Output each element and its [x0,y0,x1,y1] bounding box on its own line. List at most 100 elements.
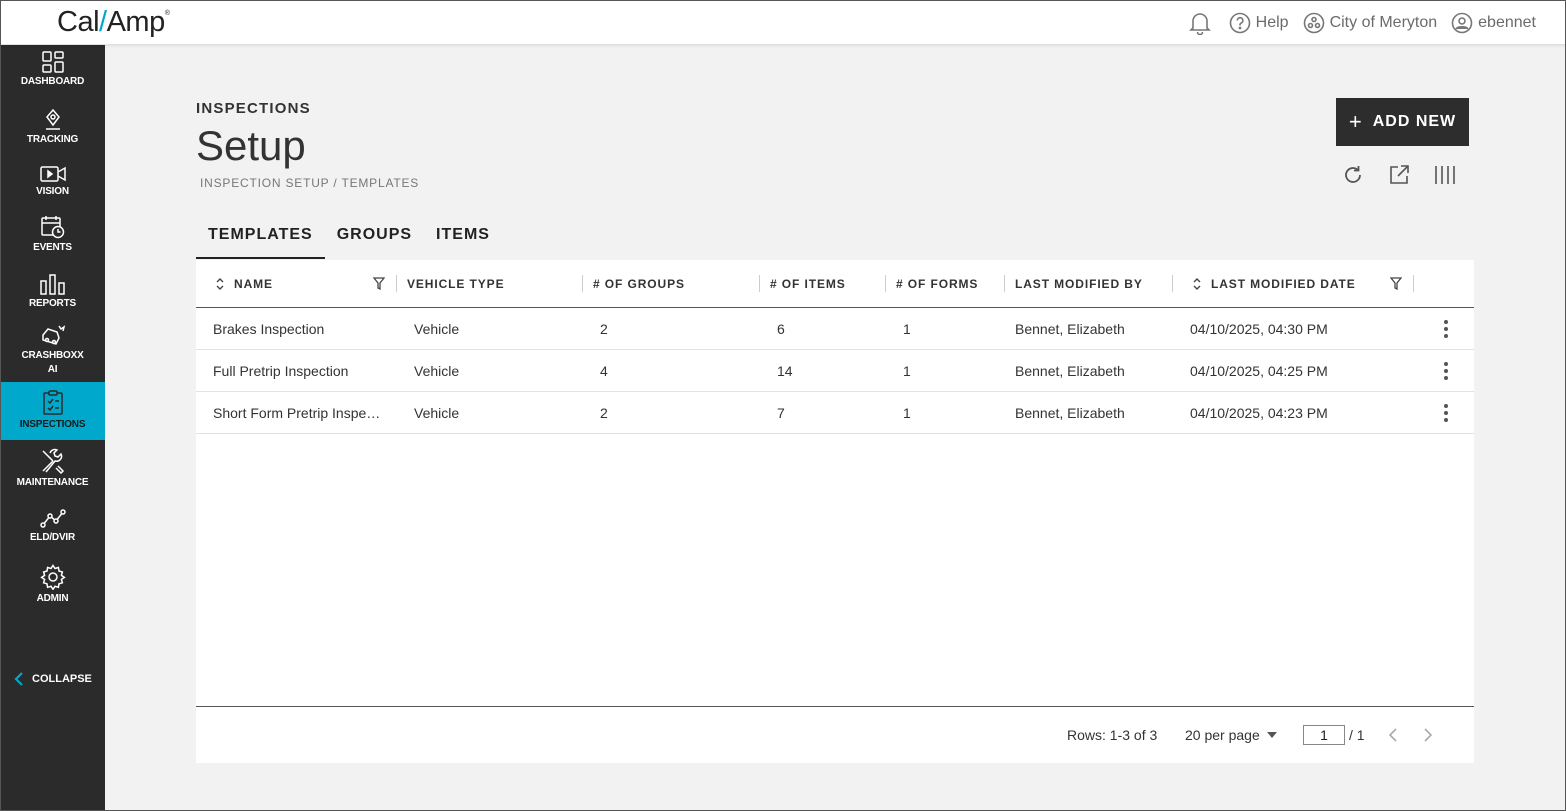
column-header-modified-by[interactable]: LAST MODIFIED BY [1015,260,1143,308]
breadcrumb[interactable]: INSPECTION SETUP / TEMPLATES [200,176,419,190]
tab-items[interactable]: ITEMS [424,222,502,259]
crashboxx-label-line1: CRASHBOXX [21,350,84,361]
cell-items: 6 [777,321,785,337]
tab-bar: TEMPLATES GROUPS ITEMS [196,222,502,259]
cell-name[interactable]: Short Form Pretrip Inspe… [213,392,388,434]
sidebar-item-events[interactable]: EVENTS [0,215,105,265]
sidebar-item-eld-dvir[interactable]: ELD/DVIR [0,507,105,557]
row-actions-kebab-icon[interactable] [1438,362,1454,380]
column-label: NAME [234,277,273,291]
username-label: ebennet [1478,13,1536,31]
sort-icon [1193,278,1201,290]
export-icon[interactable] [1388,164,1410,186]
table-footer: Rows: 1-3 of 3 20 per page / 1 [196,706,1474,763]
page-number-input[interactable] [1303,725,1345,745]
help-label: Help [1255,13,1289,31]
sidebar-item-tracking[interactable]: TRACKING [0,109,105,159]
table-row[interactable]: Brakes Inspection Vehicle 2 6 1 Bennet, … [196,308,1474,350]
section-title: INSPECTIONS [196,100,311,117]
calendar-clock-icon [40,216,64,239]
tab-groups[interactable]: GROUPS [325,222,424,259]
add-new-button[interactable]: + ADD NEW [1336,98,1469,146]
sidebar-item-admin[interactable]: ADMIN [0,564,105,614]
cell-vehicle-type: Vehicle [414,321,460,337]
column-header-name[interactable]: NAME [214,260,273,308]
sidebar: DASHBOARD TRACKING VISION EVENTS REPORTS… [0,45,105,811]
cell-vehicle-type: Vehicle [414,405,460,421]
bell-icon [1188,12,1211,35]
organization-selector[interactable]: City of Meryton [1303,12,1438,34]
column-separator [396,260,397,308]
column-separator [759,260,760,308]
table-header: NAME VEHICLE TYPE # OF GROUPS # OF ITEMS… [196,260,1474,308]
top-bar: Cal/Amp® Help City of Meryton ebennet [0,0,1566,45]
sidebar-item-label: VISION [36,186,69,197]
sidebar-item-reports[interactable]: REPORTS [0,273,105,323]
cell-modified-date: 04/10/2025, 04:30 PM [1190,321,1328,337]
sidebar-item-label: MAINTENANCE [16,477,89,488]
calamp-logo[interactable]: Cal/Amp® [57,6,170,39]
next-page-icon[interactable] [1423,727,1433,743]
cell-name[interactable]: Full Pretrip Inspection [213,350,383,392]
sidebar-item-maintenance[interactable]: MAINTENANCE [0,448,105,498]
column-label: LAST MODIFIED DATE [1211,277,1356,291]
column-header-modified-date[interactable]: LAST MODIFIED DATE [1191,260,1356,308]
column-label: LAST MODIFIED BY [1015,277,1143,291]
sidebar-item-label: ADMIN [36,593,69,604]
top-right-menu: Help City of Meryton ebennet [1188,0,1536,45]
column-label: VEHICLE TYPE [407,277,505,291]
organization-label: City of Meryton [1329,13,1438,31]
cell-groups: 2 [600,321,608,337]
logo-text-right: Amp [106,6,166,38]
per-page-label: 20 per page [1185,727,1260,743]
notifications-button[interactable] [1188,11,1211,35]
sidebar-item-inspections[interactable]: INSPECTIONS [0,382,105,440]
cell-modified-by: Bennet, Elizabeth [1015,321,1125,337]
column-header-groups[interactable]: # OF GROUPS [593,260,685,308]
cell-name[interactable]: Brakes Inspection [213,308,383,350]
crashboxx-label-line2: AI [47,364,58,375]
logo-text-left: Cal [57,6,100,38]
cell-forms: 1 [903,363,911,379]
row-actions-kebab-icon[interactable] [1438,320,1454,338]
video-camera-icon [39,166,66,182]
bar-chart-icon [39,274,65,295]
column-header-forms[interactable]: # OF FORMS [896,260,978,308]
cell-groups: 4 [600,363,608,379]
location-pin-icon [45,109,60,130]
previous-page-icon[interactable] [1388,727,1398,743]
sidebar-item-label: TRACKING [26,134,79,145]
cell-modified-by: Bennet, Elizabeth [1015,405,1125,421]
column-separator [1413,260,1414,308]
help-button[interactable]: Help [1229,12,1289,34]
user-menu[interactable]: ebennet [1451,12,1536,34]
table-row[interactable]: Full Pretrip Inspection Vehicle 4 14 1 B… [196,350,1474,392]
tab-templates[interactable]: TEMPLATES [196,222,325,259]
route-icon [39,509,66,528]
filter-icon[interactable] [1390,277,1402,290]
row-actions-kebab-icon[interactable] [1438,404,1454,422]
sidebar-item-label: DASHBOARD [20,76,85,87]
sidebar-item-vision[interactable]: VISION [0,165,105,215]
filter-icon[interactable] [373,277,385,290]
logo-slash: / [99,6,107,38]
sidebar-item-crashboxx[interactable]: CRASHBOXX AI [0,323,105,379]
sidebar-item-label: INSPECTIONS [19,419,86,430]
wrench-screwdriver-icon [41,448,64,474]
user-avatar-icon [1451,12,1473,33]
cell-forms: 1 [903,405,911,421]
templates-table: NAME VEHICLE TYPE # OF GROUPS # OF ITEMS… [196,260,1474,763]
refresh-icon[interactable] [1342,164,1364,186]
plus-icon: + [1348,109,1363,134]
sidebar-item-dashboard[interactable]: DASHBOARD [0,51,105,101]
column-header-items[interactable]: # OF ITEMS [770,260,846,308]
add-new-label: ADD NEW [1372,113,1457,130]
rows-per-page-select[interactable]: 20 per page [1185,727,1278,743]
cell-forms: 1 [903,321,911,337]
columns-icon[interactable] [1434,164,1456,186]
table-row[interactable]: Short Form Pretrip Inspe… Vehicle 2 7 1 … [196,392,1474,434]
collapse-button[interactable]: COLLAPSE [14,671,92,687]
column-header-vehicle-type[interactable]: VEHICLE TYPE [407,260,504,308]
crash-car-icon [41,325,65,345]
collapse-label: COLLAPSE [32,673,92,685]
